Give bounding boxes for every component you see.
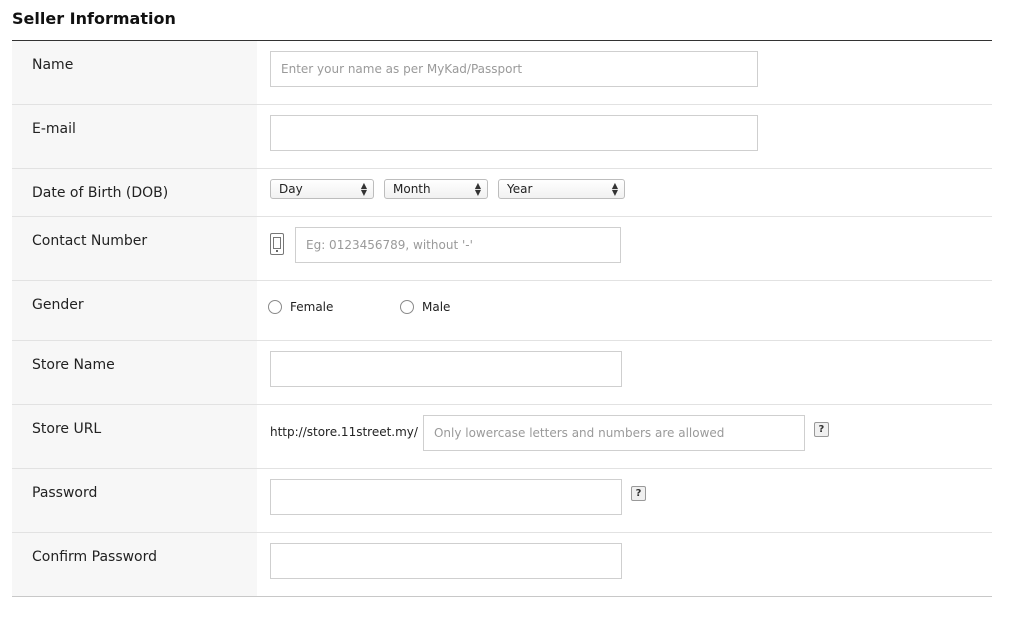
dob-year-select[interactable]: Year ▲ ▼ [498, 179, 625, 199]
store-url-label: Store URL [12, 405, 257, 468]
name-input[interactable] [270, 51, 758, 87]
dob-label: Date of Birth (DOB) [12, 169, 257, 216]
contact-number-input[interactable] [295, 227, 621, 263]
dob-month-select[interactable]: Month ▲ ▼ [384, 179, 488, 199]
contact-label: Contact Number [12, 217, 257, 280]
gender-female-option[interactable]: Female [268, 300, 400, 314]
name-row: Name [12, 41, 992, 105]
gender-label: Gender [12, 281, 257, 340]
confirm-password-input[interactable] [270, 543, 622, 579]
password-help-button[interactable]: ? [631, 486, 646, 501]
confirm-password-row: Confirm Password [12, 533, 992, 596]
male-radio[interactable] [400, 300, 414, 314]
dob-row: Date of Birth (DOB) Day ▲ ▼ Month ▲ ▼ Year… [12, 169, 992, 217]
password-input[interactable] [270, 479, 622, 515]
store-url-row: Store URL http://store.11street.my/ ? [12, 405, 992, 469]
contact-row: Contact Number [12, 217, 992, 281]
select-arrows-icon: ▲ ▼ [360, 181, 367, 197]
password-row: Password ? [12, 469, 992, 533]
email-input[interactable] [270, 115, 758, 151]
gender-row: Gender Female Male [12, 281, 992, 341]
select-arrows-icon: ▲ ▼ [474, 181, 481, 197]
store-url-prefix: http://store.11street.my/ [270, 425, 418, 439]
store-url-input[interactable] [422, 415, 805, 451]
female-radio[interactable] [268, 300, 282, 314]
store-url-help-button[interactable]: ? [813, 422, 829, 437]
confirm-password-label: Confirm Password [12, 533, 257, 596]
seller-info-form: Name E-mail Date of Birth (DOB) Day ▲▼ M… [12, 40, 992, 597]
select-arrows-icon: ▲ ▼ [611, 181, 618, 197]
store-name-row: Store Name [12, 341, 992, 405]
password-label: Password [12, 469, 257, 532]
store-name-input[interactable] [270, 351, 622, 387]
email-label: E-mail [12, 105, 257, 168]
section-title: Seller Information [12, 9, 176, 28]
email-row: E-mail [12, 105, 992, 169]
gender-male-option[interactable]: Male [400, 300, 450, 314]
name-label: Name [12, 41, 257, 104]
mobile-phone-icon [270, 233, 284, 255]
dob-day-select[interactable]: Day ▲ ▼ [270, 179, 374, 199]
store-name-label: Store Name [12, 341, 257, 404]
